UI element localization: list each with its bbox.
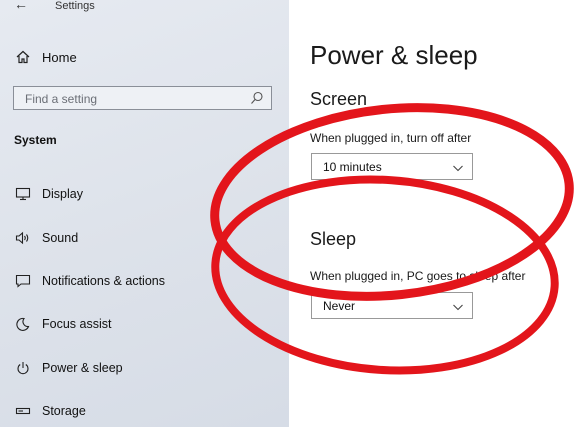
page-title: Power & sleep bbox=[310, 40, 478, 70]
sidebar-item-label: Focus assist bbox=[42, 317, 112, 331]
sleep-timeout-dropdown[interactable]: Never bbox=[311, 292, 473, 319]
section-title: System bbox=[14, 133, 57, 147]
notification-icon bbox=[14, 272, 32, 290]
sidebar-item-label: Notifications & actions bbox=[42, 274, 165, 288]
screen-timeout-value: 10 minutes bbox=[323, 160, 382, 174]
sleep-timeout-value: Never bbox=[323, 299, 356, 313]
speaker-icon bbox=[14, 229, 32, 247]
app-title: Settings bbox=[55, 0, 95, 12]
sidebar-item-display[interactable]: Display bbox=[14, 183, 83, 205]
sidebar-item-notifications[interactable]: Notifications & actions bbox=[14, 270, 165, 292]
sidebar-item-label: Sound bbox=[42, 231, 79, 245]
power-icon bbox=[14, 359, 32, 377]
home-icon bbox=[14, 48, 32, 66]
back-arrow-icon[interactable]: ← bbox=[14, 0, 28, 12]
sidebar-item-sound[interactable]: Sound bbox=[14, 227, 78, 249]
search-icon[interactable] bbox=[250, 91, 264, 105]
chevron-down-icon bbox=[452, 300, 464, 312]
sleep-heading: Sleep bbox=[310, 229, 357, 249]
sleep-timeout-label: When plugged in, PC goes to sleep after bbox=[310, 269, 526, 283]
search-input[interactable]: Find a setting bbox=[13, 86, 272, 110]
sidebar: ← Settings Home Find a setting System Di… bbox=[0, 0, 289, 427]
screen-heading: Screen bbox=[310, 89, 368, 109]
title-bar: ← Settings bbox=[0, 0, 289, 14]
screen-timeout-dropdown[interactable]: 10 minutes bbox=[311, 153, 473, 180]
sidebar-item-storage[interactable]: Storage bbox=[14, 400, 86, 422]
sidebar-item-label: Home bbox=[42, 49, 77, 65]
screen-timeout-label: When plugged in, turn off after bbox=[310, 131, 472, 145]
chevron-down-icon bbox=[452, 161, 464, 173]
search-placeholder: Find a setting bbox=[25, 92, 98, 106]
moon-icon bbox=[14, 315, 32, 333]
sidebar-item-home[interactable]: Home bbox=[14, 46, 77, 68]
sidebar-item-label: Display bbox=[42, 187, 83, 201]
display-icon bbox=[14, 185, 32, 203]
sidebar-item-focus-assist[interactable]: Focus assist bbox=[14, 313, 111, 335]
sidebar-item-label: Power & sleep bbox=[42, 361, 123, 375]
storage-icon bbox=[14, 402, 32, 420]
sidebar-item-label: Storage bbox=[42, 404, 86, 418]
sidebar-item-power-sleep[interactable]: Power & sleep bbox=[14, 357, 123, 379]
